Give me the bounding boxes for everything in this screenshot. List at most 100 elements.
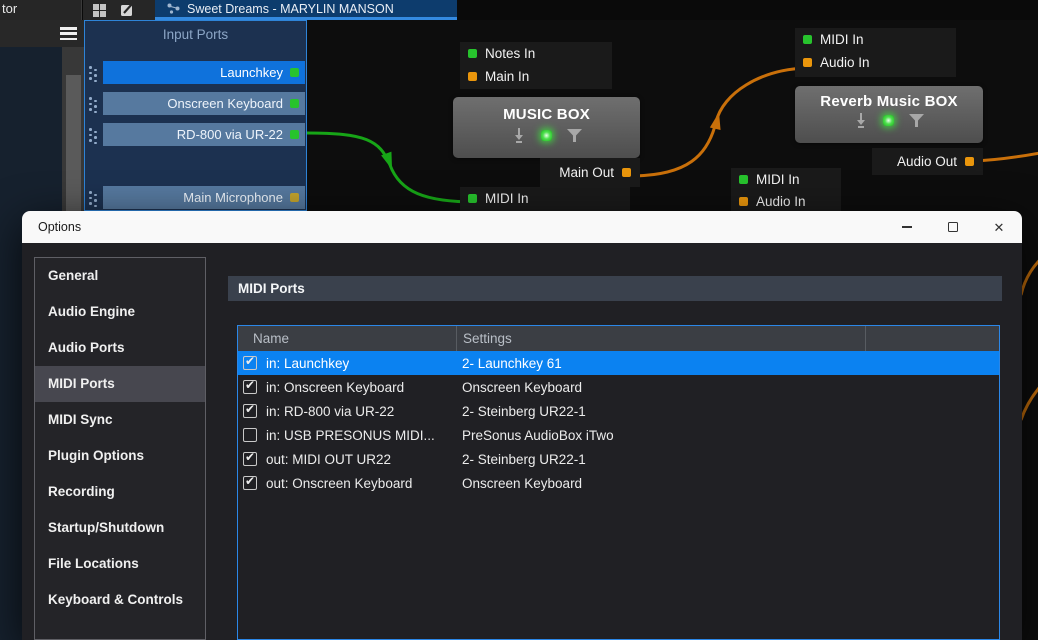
node-title: MUSIC BOX bbox=[453, 106, 640, 123]
node-graph-icon bbox=[167, 3, 180, 14]
checkbox[interactable] bbox=[243, 404, 257, 418]
cell-settings: Onscreen Keyboard bbox=[456, 476, 865, 491]
drag-handle-icon[interactable] bbox=[89, 65, 97, 81]
sidebar-item-plugin-options[interactable]: Plugin Options bbox=[35, 438, 205, 474]
cell-settings: 2- Steinberg UR22-1 bbox=[456, 452, 865, 467]
wire-orange-arrow bbox=[710, 111, 725, 130]
top-bar-icons bbox=[83, 0, 155, 20]
tab-project[interactable]: Sweet Dreams - MARYLIN MANSON bbox=[155, 0, 457, 20]
port-audio-in[interactable]: Audio In bbox=[731, 190, 841, 212]
close-icon: ✕ bbox=[994, 221, 1005, 234]
port-midi-in[interactable]: MIDI In bbox=[795, 28, 956, 51]
edit-icon[interactable] bbox=[120, 3, 134, 17]
input-port-label: RD-800 via UR-22 bbox=[177, 127, 283, 142]
cell-name: in: RD-800 via UR-22 bbox=[266, 404, 394, 419]
checkbox[interactable] bbox=[243, 380, 257, 394]
sidebar-item-general[interactable]: General bbox=[35, 258, 205, 294]
port-square-green bbox=[739, 175, 748, 184]
column-header-empty bbox=[865, 326, 999, 351]
port-square-orange bbox=[803, 58, 812, 67]
app-window: Notes In Main In MUSIC BOX Main Out MIDI… bbox=[0, 0, 1038, 640]
input-port-item-main-microphone[interactable]: Main Microphone bbox=[103, 186, 305, 209]
port-label: Notes In bbox=[485, 46, 535, 61]
minimize-icon bbox=[902, 226, 912, 228]
reverb-box-node[interactable]: Reverb Music BOX bbox=[795, 86, 983, 143]
sidebar-item-audio-ports[interactable]: Audio Ports bbox=[35, 330, 205, 366]
sidebar-item-startup-shutdown[interactable]: Startup/Shutdown bbox=[35, 510, 205, 546]
port-midi-in[interactable]: MIDI In bbox=[731, 168, 841, 190]
dialog-titlebar[interactable]: Options ✕ bbox=[22, 211, 1022, 243]
toolbar-strip bbox=[0, 20, 84, 47]
dialog-title: Options bbox=[22, 220, 81, 234]
options-sidebar: General Audio Engine Audio Ports MIDI Po… bbox=[34, 257, 206, 640]
filter-icon[interactable] bbox=[909, 114, 924, 127]
sidebar-item-recording[interactable]: Recording bbox=[35, 474, 205, 510]
input-port-item-rd800[interactable]: RD-800 via UR-22 bbox=[103, 123, 305, 146]
port-audio-out[interactable]: Audio Out bbox=[872, 148, 983, 175]
music-box-input-ports: Notes In Main In bbox=[460, 42, 612, 89]
checkbox[interactable] bbox=[243, 356, 257, 370]
music-box-node[interactable]: MUSIC BOX bbox=[453, 97, 640, 158]
reverb-box-input-ports: MIDI In Audio In bbox=[795, 28, 956, 77]
layout-grid-icon[interactable] bbox=[93, 4, 106, 17]
section-header: MIDI Ports bbox=[228, 276, 1002, 301]
table-row[interactable]: in: RD-800 via UR-22 2- Steinberg UR22-1 bbox=[238, 399, 999, 423]
cell-name: in: Onscreen Keyboard bbox=[266, 380, 404, 395]
drag-handle-icon[interactable] bbox=[89, 190, 97, 206]
status-square-green bbox=[290, 99, 299, 108]
cell-name: out: MIDI OUT UR22 bbox=[266, 452, 391, 467]
checkbox[interactable] bbox=[243, 476, 257, 490]
port-label: MIDI In bbox=[485, 191, 529, 206]
menu-hamburger-icon[interactable] bbox=[60, 27, 77, 40]
cell-name: in: USB PRESONUS MIDI... bbox=[266, 428, 435, 443]
input-level-arrow-icon[interactable] bbox=[854, 113, 868, 128]
music-box-midi-port: MIDI In bbox=[460, 187, 630, 211]
window-controls: ✕ bbox=[884, 211, 1022, 243]
status-square-green bbox=[290, 130, 299, 139]
table-row[interactable]: in: USB PRESONUS MIDI... PreSonus AudioB… bbox=[238, 423, 999, 447]
port-square-green bbox=[468, 194, 477, 203]
checkbox[interactable] bbox=[243, 428, 257, 442]
table-header-row: Name Settings bbox=[238, 326, 999, 351]
input-port-item-launchkey[interactable]: Launchkey bbox=[103, 61, 305, 84]
cell-settings: 2- Launchkey 61 bbox=[456, 356, 865, 371]
power-led-icon[interactable] bbox=[883, 115, 894, 126]
wire-orange-edge-1 bbox=[1021, 252, 1038, 295]
port-main-in[interactable]: Main In bbox=[460, 65, 612, 88]
port-square-orange bbox=[965, 157, 974, 166]
sidebar-item-keyboard-controls[interactable]: Keyboard & Controls bbox=[35, 582, 205, 618]
sidebar-item-midi-sync[interactable]: MIDI Sync bbox=[35, 402, 205, 438]
sidebar-item-midi-ports[interactable]: MIDI Ports bbox=[35, 366, 205, 402]
port-midi-in[interactable]: MIDI In bbox=[460, 187, 630, 210]
port-label: Audio Out bbox=[897, 154, 957, 169]
filter-icon[interactable] bbox=[567, 129, 582, 142]
status-square-yellow bbox=[290, 193, 299, 202]
close-button[interactable]: ✕ bbox=[976, 211, 1022, 243]
column-header-name[interactable]: Name bbox=[238, 326, 456, 351]
port-notes-in[interactable]: Notes In bbox=[460, 42, 612, 65]
table-row[interactable]: in: Launchkey 2- Launchkey 61 bbox=[238, 351, 999, 375]
input-port-item-onscreen-keyboard[interactable]: Onscreen Keyboard bbox=[103, 92, 305, 115]
sidebar-item-audio-engine[interactable]: Audio Engine bbox=[35, 294, 205, 330]
port-label: Main Out bbox=[559, 165, 614, 180]
column-header-settings[interactable]: Settings bbox=[456, 326, 865, 351]
minimize-button[interactable] bbox=[884, 211, 930, 243]
checkbox[interactable] bbox=[243, 452, 257, 466]
cell-name: in: Launchkey bbox=[266, 356, 349, 371]
drag-handle-icon[interactable] bbox=[89, 96, 97, 112]
input-level-arrow-icon[interactable] bbox=[512, 128, 526, 143]
wire-green-arrow bbox=[381, 152, 397, 172]
table-row[interactable]: in: Onscreen Keyboard Onscreen Keyboard bbox=[238, 375, 999, 399]
table-row[interactable]: out: MIDI OUT UR22 2- Steinberg UR22-1 bbox=[238, 447, 999, 471]
maximize-button[interactable] bbox=[930, 211, 976, 243]
table-row[interactable]: out: Onscreen Keyboard Onscreen Keyboard bbox=[238, 471, 999, 495]
drag-handle-icon[interactable] bbox=[89, 127, 97, 143]
port-audio-in[interactable]: Audio In bbox=[795, 51, 956, 74]
input-ports-title: Input Ports bbox=[85, 21, 306, 42]
wire-green bbox=[307, 133, 476, 202]
sidebar-item-file-locations[interactable]: File Locations bbox=[35, 546, 205, 582]
power-led-icon[interactable] bbox=[541, 130, 552, 141]
cell-settings: 2- Steinberg UR22-1 bbox=[456, 404, 865, 419]
port-main-out[interactable]: Main Out bbox=[540, 158, 640, 187]
port-label: MIDI In bbox=[820, 32, 864, 47]
